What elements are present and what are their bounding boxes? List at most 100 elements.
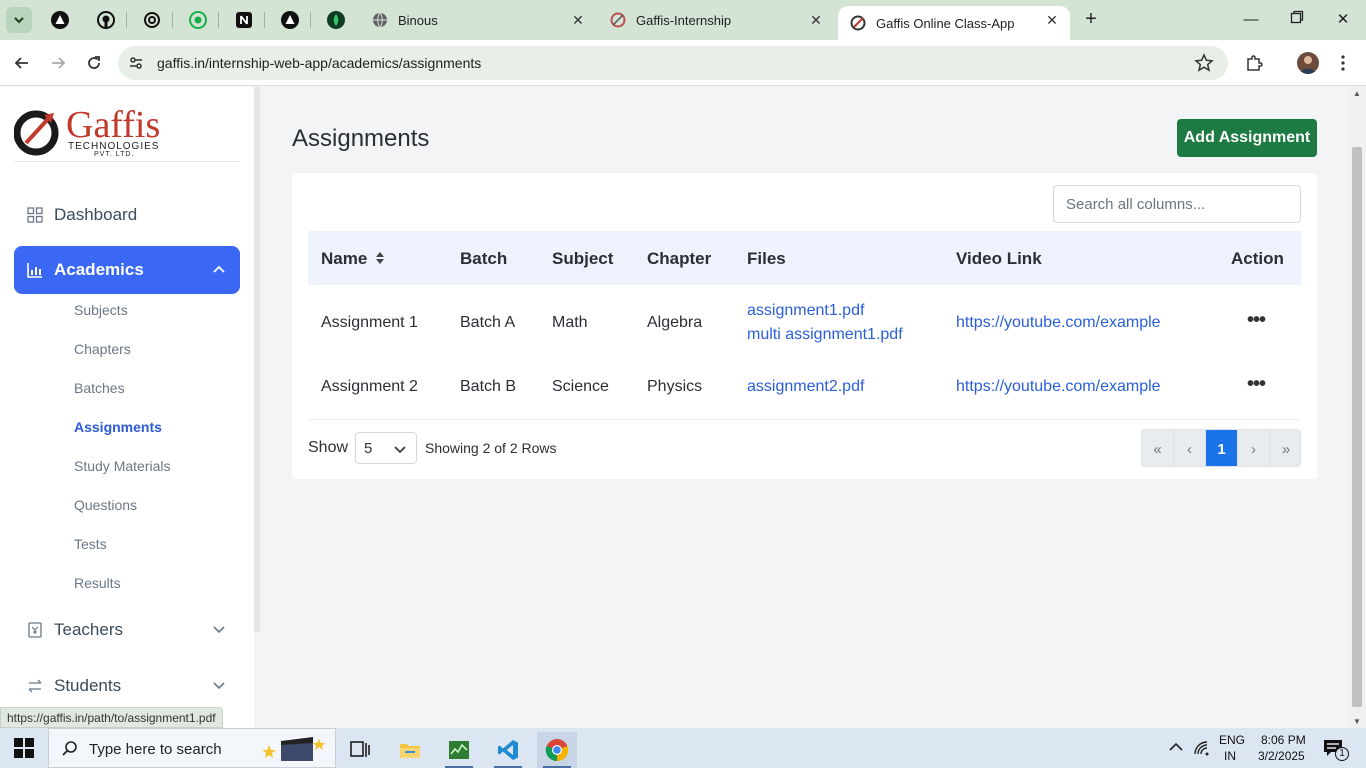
close-tab-icon[interactable]: ✕ (1044, 12, 1060, 28)
forward-arrow-icon[interactable] (47, 52, 69, 74)
restore-icon[interactable] (1287, 10, 1307, 30)
file-link[interactable]: assignment1.pdf (747, 302, 864, 320)
clock-time[interactable]: 8:06 PM (1261, 733, 1306, 747)
row-actions-menu-icon[interactable]: ••• (1247, 373, 1266, 396)
notification-center[interactable]: 1 (1323, 739, 1349, 761)
triangle-app-icon (51, 11, 69, 29)
taskbar-search-box[interactable]: Type here to search (48, 728, 336, 768)
divider (308, 419, 1301, 420)
pinned-tab-notion[interactable] (232, 8, 256, 32)
sidebar-item-students[interactable]: Students (14, 662, 240, 710)
file-link[interactable]: multi assignment1.pdf (747, 326, 903, 344)
divider (14, 161, 240, 162)
column-header-subject[interactable]: Subject (552, 249, 613, 269)
chrome-icon[interactable] (537, 732, 577, 768)
back-arrow-icon[interactable] (11, 52, 33, 74)
site-info-icon[interactable] (128, 55, 144, 71)
sidebar-scrollbar[interactable] (254, 87, 260, 632)
close-tab-icon[interactable]: ✕ (570, 12, 586, 28)
task-manager-icon[interactable] (439, 732, 479, 768)
video-link[interactable]: https://youtube.com/example (956, 378, 1161, 396)
gaffis-favicon-icon (850, 15, 866, 31)
pinned-tab-github[interactable] (94, 8, 118, 32)
sidebar-subitem-results[interactable]: Results (74, 575, 121, 591)
scroll-up-arrow-icon[interactable]: ▲ (1353, 89, 1361, 98)
add-assignment-button[interactable]: Add Assignment (1177, 119, 1317, 157)
sidebar-subitem-subjects[interactable]: Subjects (74, 302, 128, 318)
tab-gaffis-internship[interactable]: Gaffis-Internship ✕ (598, 6, 834, 34)
sort-icon[interactable] (375, 251, 385, 265)
pinned-separator (310, 12, 311, 28)
column-header-files[interactable]: Files (747, 249, 786, 269)
column-header-video-link[interactable]: Video Link (956, 249, 1042, 269)
profile-avatar[interactable] (1297, 52, 1319, 74)
page-1-button[interactable]: 1 (1206, 430, 1238, 466)
pinned-tab-mongodb[interactable] (324, 8, 348, 32)
pinned-tab-triangle-1[interactable] (48, 8, 72, 32)
tab-binous[interactable]: Binous ✕ (360, 6, 596, 34)
tab-search-button[interactable] (6, 7, 32, 33)
page-scrollbar[interactable]: ▲ ▼ (1350, 87, 1366, 728)
next-page-button[interactable]: › (1238, 430, 1270, 466)
network-icon[interactable] (1193, 740, 1211, 756)
scrollbar-thumb[interactable] (1352, 147, 1362, 707)
bookmark-star-icon[interactable] (1194, 53, 1214, 73)
file-explorer-icon[interactable] (390, 732, 430, 768)
language-indicator[interactable]: ENG (1219, 733, 1245, 747)
pinned-tab-openai[interactable] (140, 8, 164, 32)
region-indicator[interactable]: IN (1224, 749, 1236, 763)
chevron-down-icon (213, 682, 225, 690)
clock-date[interactable]: 3/2/2025 (1258, 749, 1305, 763)
minimize-icon[interactable]: — (1241, 10, 1261, 30)
last-page-button[interactable]: » (1270, 430, 1300, 466)
task-view-icon[interactable] (340, 732, 380, 768)
sidebar-item-academics[interactable]: Academics (14, 246, 240, 294)
page-size-select[interactable]: 5 (355, 432, 417, 464)
notification-badge: 1 (1335, 747, 1349, 761)
cell-subject: Science (552, 378, 609, 395)
video-link[interactable]: https://youtube.com/example (956, 314, 1161, 332)
swap-arrows-icon (26, 677, 44, 695)
column-header-name[interactable]: Name (321, 249, 385, 269)
page-content: Gaffis TECHNOLOGIES PVT. LTD. Dashboard … (0, 87, 1366, 728)
sidebar-subitem-assignments[interactable]: Assignments (74, 419, 162, 435)
sidebar-subitem-chapters[interactable]: Chapters (74, 341, 131, 357)
sidebar-subitem-batches[interactable]: Batches (74, 380, 125, 396)
scroll-down-arrow-icon[interactable]: ▼ (1353, 717, 1361, 726)
pinned-tab-green-app[interactable] (186, 8, 210, 32)
pinned-separator (172, 12, 173, 28)
openai-icon (144, 12, 160, 28)
search-input[interactable] (1053, 185, 1301, 223)
pinned-tab-triangle-2[interactable] (278, 8, 302, 32)
sidebar-item-teachers[interactable]: Teachers (14, 606, 240, 654)
row-actions-menu-icon[interactable]: ••• (1247, 309, 1266, 332)
chevron-up-icon[interactable] (1169, 742, 1183, 752)
close-window-icon[interactable]: ✕ (1333, 10, 1353, 30)
gaffis-logo[interactable]: Gaffis TECHNOLOGIES PVT. LTD. (13, 104, 174, 159)
column-header-batch[interactable]: Batch (460, 249, 507, 269)
extensions-puzzle-icon[interactable] (1243, 52, 1265, 74)
vscode-icon[interactable] (488, 732, 528, 768)
tab-gaffis-online-class-app[interactable]: Gaffis Online Class-App ✕ (838, 6, 1070, 40)
gaffis-favicon-icon (610, 12, 626, 28)
file-link[interactable]: assignment2.pdf (747, 378, 864, 396)
windows-start-icon[interactable] (14, 738, 34, 758)
new-tab-plus-icon[interactable]: + (1080, 8, 1102, 30)
reload-icon[interactable] (83, 52, 105, 74)
notion-icon (236, 12, 252, 28)
column-header-chapter[interactable]: Chapter (647, 249, 711, 269)
prev-page-button[interactable]: ‹ (1174, 430, 1206, 466)
sidebar-item-dashboard[interactable]: Dashboard (14, 191, 240, 239)
cell-name: Assignment 2 (321, 378, 418, 395)
assignments-table-card: Name Batch Subject Chapter Files Video L… (292, 173, 1317, 479)
sidebar-subitem-study-materials[interactable]: Study Materials (74, 458, 170, 474)
sidebar-subitem-tests[interactable]: Tests (74, 536, 107, 552)
address-bar[interactable]: gaffis.in/internship-web-app/academics/a… (118, 46, 1228, 80)
globe-icon (372, 12, 388, 28)
first-page-button[interactable]: « (1142, 430, 1174, 466)
sidebar-subitem-questions[interactable]: Questions (74, 497, 137, 513)
cell-name: Assignment 1 (321, 314, 418, 331)
close-tab-icon[interactable]: ✕ (808, 12, 824, 28)
chevron-down-icon (213, 626, 225, 634)
browser-menu-kebab-icon[interactable] (1332, 52, 1354, 74)
